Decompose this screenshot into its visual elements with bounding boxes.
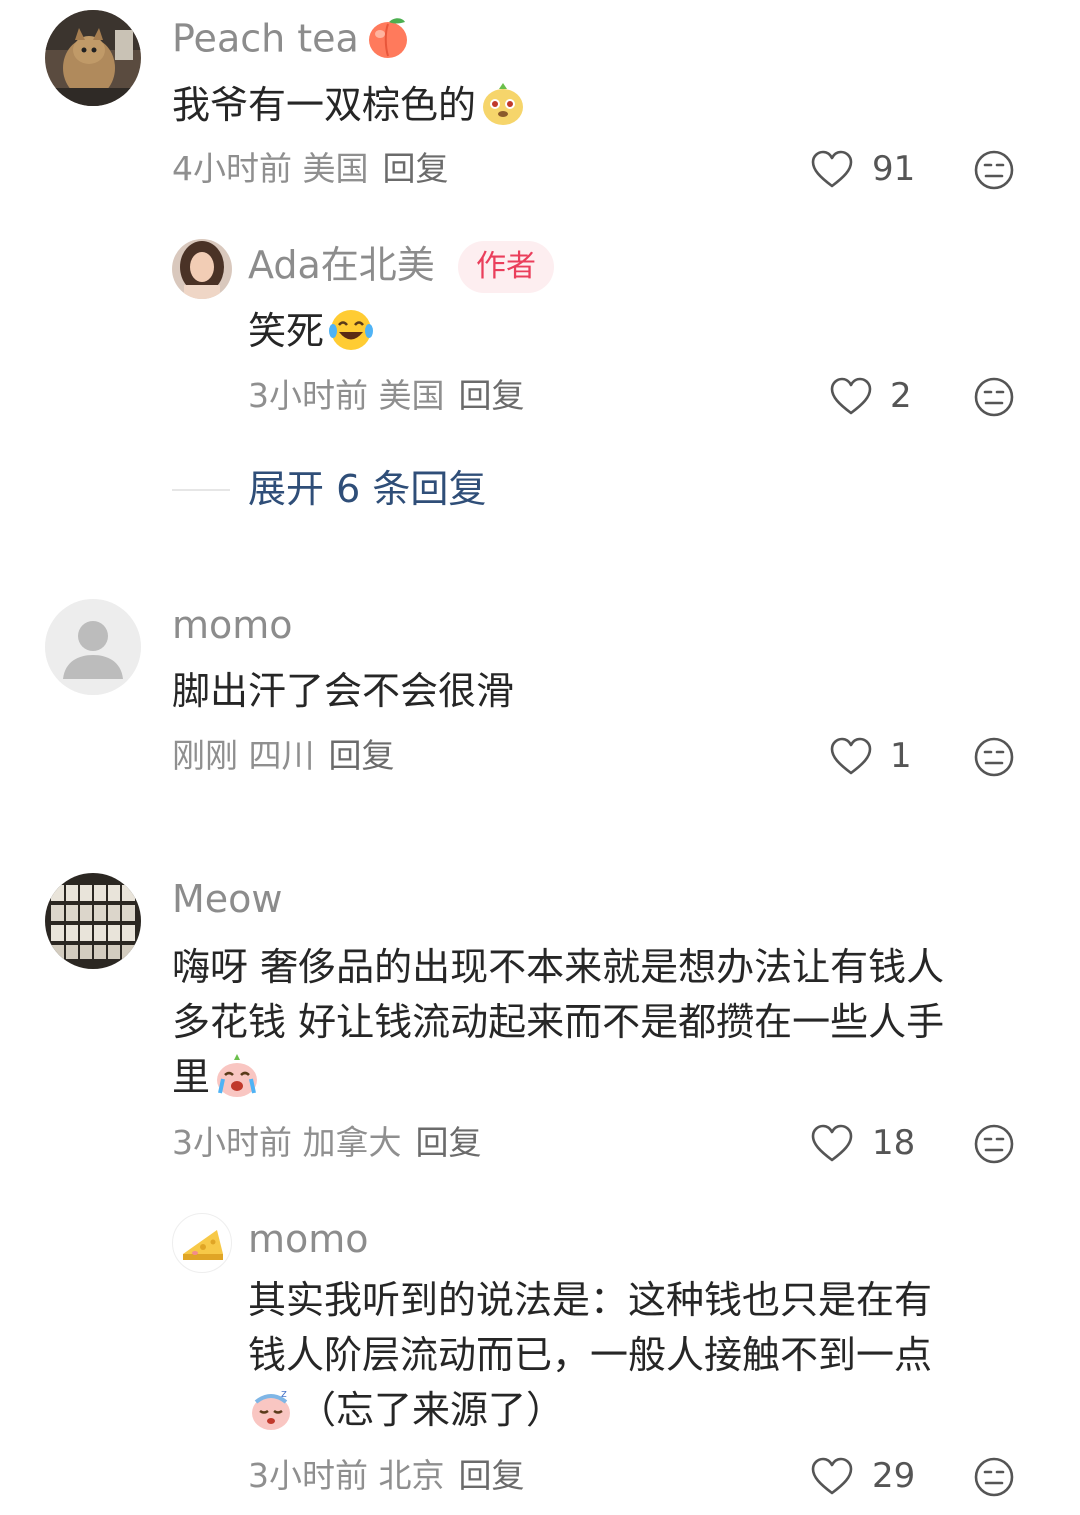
heart-icon[interactable] xyxy=(829,736,873,776)
like-count: 29 xyxy=(872,1456,916,1496)
svg-text:z: z xyxy=(281,1387,287,1400)
reply-meta: 3小时前 美国 回复 xyxy=(248,376,525,415)
reply-username[interactable]: momo xyxy=(248,1220,369,1258)
avatar-cheese[interactable] xyxy=(172,1213,232,1273)
reply-button[interactable]: 回复 xyxy=(329,736,395,775)
avatar-cat[interactable] xyxy=(45,10,141,106)
laughing-tears-icon xyxy=(328,307,374,353)
reply-text-line: （忘了来源了） xyxy=(298,1388,565,1432)
comment-username[interactable]: Peach tea xyxy=(172,16,413,66)
comment-meta: 刚刚 四川 回复 xyxy=(172,736,395,775)
dislike-face-icon[interactable] xyxy=(973,149,1015,191)
reply-meta: 3小时前 北京 回复 xyxy=(248,1456,525,1495)
reply-button[interactable]: 回复 xyxy=(383,149,449,188)
comment-username[interactable]: Meow xyxy=(172,880,283,918)
dog-face-icon xyxy=(480,81,526,127)
dislike-face-icon[interactable] xyxy=(973,1123,1015,1165)
reply-text-line: 钱人阶层流动而已，一般人接触不到一点 xyxy=(248,1333,933,1377)
reply-text: 笑死 xyxy=(248,304,374,359)
expand-divider xyxy=(172,489,230,491)
heart-icon[interactable] xyxy=(810,1456,854,1496)
dislike-face-icon[interactable] xyxy=(973,1456,1015,1498)
comment-text-line: 多花钱 好让钱流动起来而不是都攒在一些人手 xyxy=(172,1000,945,1044)
comment-text: 我爷有一双棕色的 xyxy=(172,78,526,133)
comment-text-line: 嗨呀 奢侈品的出现不本来就是想办法让有钱人 xyxy=(172,945,945,989)
avatar-bookshelf[interactable] xyxy=(45,873,141,969)
avatar-default[interactable] xyxy=(45,599,141,695)
reply-button[interactable]: 回复 xyxy=(459,1456,525,1495)
comment-text: 脚出汗了会不会很滑 xyxy=(172,669,515,713)
heart-icon[interactable] xyxy=(810,1123,854,1163)
reply-button[interactable]: 回复 xyxy=(459,376,525,415)
author-badge: 作者 xyxy=(458,241,554,293)
like-count: 2 xyxy=(890,376,912,416)
like-count: 1 xyxy=(890,736,912,776)
reply-text: 其实我听到的说法是：这种钱也只是在有 钱人阶层流动而已，一般人接触不到一点 z … xyxy=(248,1273,932,1438)
reply-text-line: 其实我听到的说法是：这种钱也只是在有 xyxy=(248,1278,933,1322)
like-count: 91 xyxy=(872,149,916,189)
heart-icon[interactable] xyxy=(810,149,854,189)
crying-face-icon xyxy=(214,1053,260,1099)
expand-replies-button[interactable]: 展开 6 条回复 xyxy=(248,470,486,508)
like-count: 18 xyxy=(872,1123,916,1163)
comment-username[interactable]: momo xyxy=(172,606,293,644)
dislike-face-icon[interactable] xyxy=(973,736,1015,778)
comment-text: 嗨呀 奢侈品的出现不本来就是想办法让有钱人 多花钱 好让钱流动起来而不是都攒在一… xyxy=(172,940,944,1105)
sleepy-face-icon: z xyxy=(248,1386,294,1432)
comment-meta: 4小时前 美国 回复 xyxy=(172,149,449,188)
comment-meta: 3小时前 加拿大 回复 xyxy=(172,1123,482,1162)
comment-text-line: 里 xyxy=(172,1055,211,1099)
reply-username[interactable]: Ada在北美 xyxy=(248,246,435,284)
peach-icon xyxy=(363,12,413,62)
heart-icon[interactable] xyxy=(829,376,873,416)
reply-button[interactable]: 回复 xyxy=(416,1123,482,1162)
avatar-ada[interactable] xyxy=(172,239,232,299)
dislike-face-icon[interactable] xyxy=(973,376,1015,418)
